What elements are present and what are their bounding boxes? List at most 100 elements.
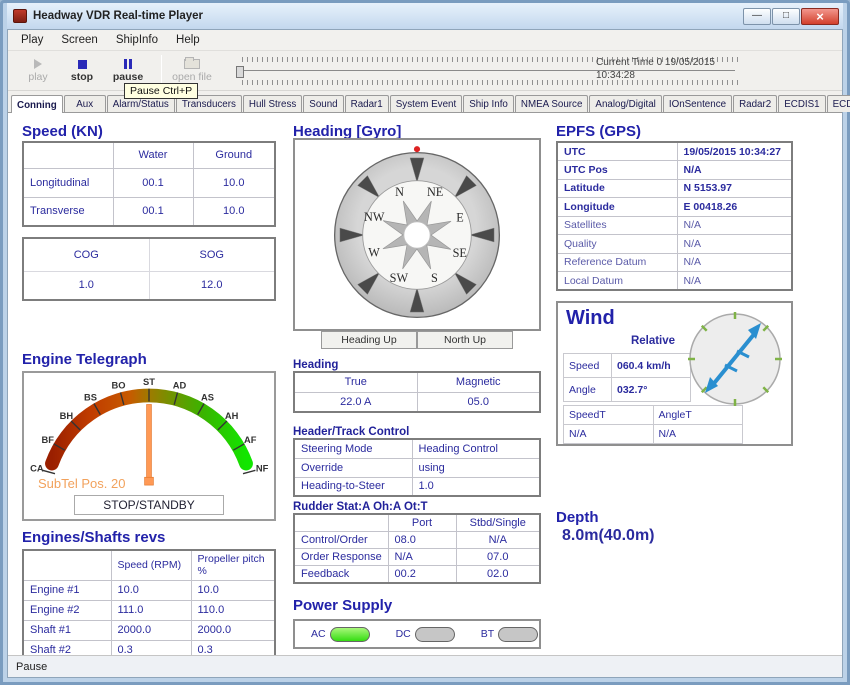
column-header: Speed (RPM) bbox=[111, 550, 191, 580]
engines-shafts-title: Engines/Shafts revs bbox=[22, 529, 276, 546]
row-label: Feedback bbox=[294, 566, 388, 584]
tab-ionsentence[interactable]: IOnSentence bbox=[663, 95, 732, 112]
svg-text:BF: BF bbox=[41, 435, 54, 445]
close-icon: × bbox=[816, 10, 824, 23]
svg-text:AS: AS bbox=[201, 393, 214, 403]
conning-page: Speed (KN) Water Ground Longitudinal 00.… bbox=[8, 113, 842, 655]
tab-system-event[interactable]: System Event bbox=[390, 95, 462, 112]
svg-text:NF: NF bbox=[256, 463, 269, 473]
table-cell: 0.3 bbox=[191, 640, 275, 655]
tab-sound[interactable]: Sound bbox=[303, 95, 343, 112]
speed-title: Speed (KN) bbox=[22, 123, 276, 140]
table-cell bbox=[23, 550, 111, 580]
bt-indicator bbox=[498, 627, 538, 642]
svg-text:AH: AH bbox=[225, 411, 239, 421]
left-column: Speed (KN) Water Ground Longitudinal 00.… bbox=[22, 113, 276, 263]
tab-ship-info[interactable]: Ship Info bbox=[463, 95, 514, 112]
row-label: Local Datum bbox=[557, 272, 677, 291]
row-label: Quality bbox=[557, 235, 677, 254]
column-header: True bbox=[294, 372, 417, 392]
tab-analog-digital[interactable]: Analog/Digital bbox=[589, 95, 661, 112]
play-button[interactable]: play bbox=[16, 54, 60, 88]
table-cell: N/A bbox=[456, 532, 540, 549]
toolbar-separator bbox=[161, 55, 162, 85]
close-button[interactable]: × bbox=[801, 8, 839, 25]
cog-value: 1.0 bbox=[23, 271, 149, 300]
compass-hub bbox=[404, 221, 430, 247]
depth-title: Depth bbox=[556, 509, 793, 526]
svg-text:ST: ST bbox=[143, 377, 155, 387]
tab-aux[interactable]: Aux bbox=[64, 95, 106, 112]
svg-text:BS: BS bbox=[84, 393, 97, 403]
table-cell: N/A bbox=[677, 216, 792, 235]
table-cell: Heading Control bbox=[412, 439, 540, 458]
heading-table: True Magnetic 22.0 A 05.0 bbox=[293, 371, 541, 413]
heading-up-button[interactable]: Heading Up bbox=[321, 331, 417, 349]
svg-text:NW: NW bbox=[364, 209, 385, 223]
window-title: Headway VDR Real-time Player bbox=[33, 10, 743, 22]
table-cell: 00.1 bbox=[113, 197, 193, 226]
menu-shipinfo[interactable]: ShipInfo bbox=[107, 32, 167, 48]
heading-magnetic-value: 05.0 bbox=[417, 392, 540, 412]
table-cell: E 00418.26 bbox=[677, 198, 792, 217]
tab-radar1[interactable]: Radar1 bbox=[345, 95, 389, 112]
tab-conning[interactable]: Conning bbox=[11, 95, 63, 113]
stop-button[interactable]: stop bbox=[60, 54, 104, 88]
track-control-title: Header/Track Control bbox=[293, 426, 541, 438]
heading-true-value: 22.0 A bbox=[294, 392, 417, 412]
svg-text:BO: BO bbox=[112, 381, 126, 391]
table-cell: 2000.0 bbox=[111, 620, 191, 640]
svg-text:W: W bbox=[368, 245, 380, 259]
row-label: UTC bbox=[557, 142, 677, 161]
maximize-button[interactable]: □ bbox=[772, 8, 800, 25]
row-label: Heading-to-Steer bbox=[294, 477, 412, 496]
slider-handle[interactable] bbox=[236, 66, 244, 78]
svg-text:BH: BH bbox=[60, 411, 74, 421]
tab-hull-stress[interactable]: Hull Stress bbox=[243, 95, 302, 112]
menu-screen[interactable]: Screen bbox=[52, 32, 106, 48]
cog-sog-table: COG SOG 1.0 12.0 bbox=[22, 237, 276, 301]
table-cell: 02.0 bbox=[456, 566, 540, 584]
row-label: Engine #2 bbox=[23, 600, 111, 620]
row-label: Longitudinal bbox=[23, 168, 113, 197]
column-header: Ground bbox=[193, 142, 275, 168]
status-bar: Pause bbox=[8, 655, 842, 677]
menu-play[interactable]: Play bbox=[12, 32, 52, 48]
row-label: Engine #1 bbox=[23, 580, 111, 600]
window-controls: — □ × bbox=[743, 8, 839, 25]
stop-standby-button[interactable]: STOP/STANDBY bbox=[74, 495, 224, 515]
maximize-icon: □ bbox=[783, 11, 789, 21]
status-text: Pause bbox=[16, 661, 47, 673]
column-header: SOG bbox=[149, 238, 275, 271]
row-label: Latitude bbox=[557, 179, 677, 198]
tab-ecdis1[interactable]: ECDIS1 bbox=[778, 95, 825, 112]
tab-nmea-source[interactable]: NMEA Source bbox=[515, 95, 589, 112]
table-cell: N 5153.97 bbox=[677, 179, 792, 198]
wind-anglet-value: N/A bbox=[653, 425, 743, 444]
north-up-button[interactable]: North Up bbox=[417, 331, 513, 349]
app-frame: Play Screen ShipInfo Help play stop paus… bbox=[7, 29, 843, 678]
column-header: Stbd/Single bbox=[456, 514, 540, 532]
telegraph-gauge: CA BF BH BS BO ST AD AS AH AF NF bbox=[24, 373, 274, 491]
pause-icon bbox=[124, 59, 132, 69]
table-cell bbox=[23, 142, 113, 168]
table-cell: N/A bbox=[677, 161, 792, 180]
wind-speedt-value: N/A bbox=[564, 425, 654, 444]
power-item-dc: DC bbox=[396, 627, 455, 642]
svg-text:NE: NE bbox=[427, 185, 443, 199]
column-header: Port bbox=[388, 514, 456, 532]
tab-ecdis2[interactable]: ECDIS2 bbox=[827, 95, 850, 112]
svg-text:CA: CA bbox=[30, 463, 44, 473]
speed-table: Water Ground Longitudinal 00.1 10.0 Tran… bbox=[22, 141, 276, 227]
subtel-position: SubTel Pos. 20 bbox=[38, 476, 125, 491]
telegraph-needle bbox=[147, 404, 152, 481]
table-cell: 19/05/2015 10:34:27 bbox=[677, 142, 792, 161]
table-cell: 111.0 bbox=[111, 600, 191, 620]
column-header: Propeller pitch % bbox=[191, 550, 275, 580]
tab-radar2[interactable]: Radar2 bbox=[733, 95, 777, 112]
wind-true-table: SpeedTAngleT N/AN/A bbox=[563, 405, 743, 444]
menu-help[interactable]: Help bbox=[167, 32, 209, 48]
svg-text:SW: SW bbox=[390, 270, 409, 284]
table-cell: 0.3 bbox=[111, 640, 191, 655]
minimize-button[interactable]: — bbox=[743, 8, 771, 25]
